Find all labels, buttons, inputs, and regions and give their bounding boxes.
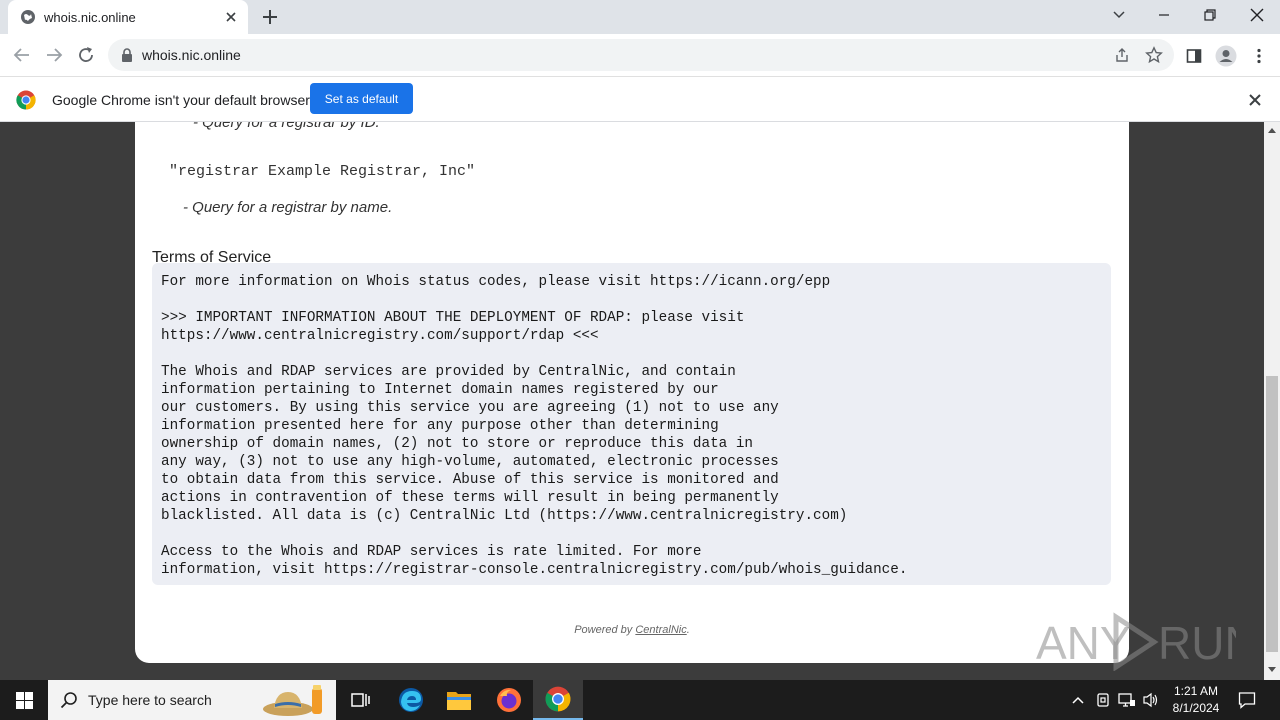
tab-close-icon[interactable] xyxy=(222,8,240,26)
windows-taskbar: Type here to search 1:21 AM 8/1/2024 xyxy=(0,680,1280,720)
example-query-description: - Query for a registrar by name. xyxy=(183,199,393,216)
restore-button[interactable] xyxy=(1187,0,1233,30)
set-as-default-button[interactable]: Set as default xyxy=(310,83,413,114)
terms-line: https://www.centralnicregistry.com/suppo… xyxy=(161,328,599,344)
chevron-up-icon xyxy=(1072,696,1084,704)
back-button[interactable] xyxy=(10,43,34,67)
reload-button[interactable] xyxy=(74,43,98,67)
minimize-icon xyxy=(1159,14,1169,16)
terms-line: information presented here for any purpo… xyxy=(161,418,719,434)
terms-line: >>> IMPORTANT INFORMATION ABOUT THE DEPL… xyxy=(161,310,745,326)
chevron-down-icon xyxy=(1113,11,1125,19)
terms-line: information pertaining to Internet domai… xyxy=(161,382,719,398)
watermark-right-text: RUN xyxy=(1158,617,1236,669)
terms-of-service-box: For more information on Whois status cod… xyxy=(152,263,1111,585)
arrow-right-icon xyxy=(47,48,63,62)
windows-logo-icon xyxy=(15,691,33,709)
star-icon xyxy=(1145,46,1163,64)
scroll-down-icon[interactable] xyxy=(1268,666,1276,674)
folder-icon xyxy=(447,692,471,710)
edge-taskbar-button[interactable] xyxy=(386,680,436,720)
task-view-button[interactable] xyxy=(336,680,386,720)
browser-tab[interactable]: whois.nic.online xyxy=(8,0,248,34)
terms-line: blacklisted. All data is (c) CentralNic … xyxy=(161,508,848,524)
url-text[interactable]: whois.nic.online xyxy=(142,47,241,63)
notification-icon xyxy=(1238,692,1256,709)
network-icon xyxy=(1118,693,1135,707)
chrome-logo-icon xyxy=(16,90,36,110)
arrow-left-icon xyxy=(13,48,29,62)
taskbar-clock[interactable]: 1:21 AM 8/1/2024 xyxy=(1166,683,1226,717)
more-vertical-icon xyxy=(1257,48,1261,64)
terms-line: actions in contravention of these terms … xyxy=(161,490,779,506)
tray-device-button[interactable] xyxy=(1093,690,1113,710)
terms-line: our customers. By using this service you… xyxy=(161,400,779,416)
file-explorer-taskbar-button[interactable] xyxy=(434,680,484,720)
new-tab-icon[interactable] xyxy=(258,6,282,28)
terms-line: to obtain data from this service. Abuse … xyxy=(161,472,779,488)
avatar-icon xyxy=(1215,45,1237,67)
globe-icon xyxy=(21,10,35,24)
infobar-message: Google Chrome isn't your default browser xyxy=(52,92,310,108)
clock-time: 1:21 AM xyxy=(1173,684,1219,698)
start-button[interactable] xyxy=(0,680,48,720)
terms-line: The Whois and RDAP services are provided… xyxy=(161,364,736,380)
terms-line: any way, (3) not to use any high-volume,… xyxy=(161,454,779,470)
terms-line: information, visit https://registrar-con… xyxy=(161,562,908,578)
device-icon xyxy=(1097,693,1109,707)
clock-date: 8/1/2024 xyxy=(1172,701,1220,715)
infobar-close-icon[interactable] xyxy=(1246,91,1264,109)
close-window-button[interactable] xyxy=(1234,0,1280,30)
notifications-button[interactable] xyxy=(1237,690,1257,710)
forward-button[interactable] xyxy=(42,43,66,67)
centralnic-link[interactable]: CentralNic xyxy=(635,624,686,636)
volume-icon xyxy=(1143,692,1158,708)
scroll-thumb[interactable] xyxy=(1266,376,1278,652)
terms-line: ownership of domain names, (2) not to st… xyxy=(161,436,753,452)
chrome-taskbar-button[interactable] xyxy=(533,680,583,720)
share-icon xyxy=(1116,48,1128,62)
title-bar: whois.nic.online xyxy=(0,0,1280,34)
restore-icon xyxy=(1204,9,1216,21)
firefox-taskbar-button[interactable] xyxy=(484,680,534,720)
address-bar[interactable]: whois.nic.online xyxy=(108,39,1174,71)
terms-line: For more information on Whois status cod… xyxy=(161,274,831,290)
example-query: "registrar Example Registrar, Inc" xyxy=(169,163,476,180)
tab-search-button[interactable] xyxy=(1096,0,1142,30)
close-icon xyxy=(1250,8,1264,22)
terms-line: Access to the Whois and RDAP services is… xyxy=(161,544,702,560)
profile-button[interactable] xyxy=(1215,45,1237,67)
task-view-icon xyxy=(351,693,370,707)
anyrun-watermark: ANY RUN xyxy=(1036,612,1236,671)
edge-icon xyxy=(399,688,423,712)
firefox-icon xyxy=(497,688,521,712)
powered-by-prefix: Powered by xyxy=(574,624,636,636)
lock-icon[interactable] xyxy=(120,47,134,63)
powered-by-suffix: . xyxy=(686,624,690,636)
taskbar-search-box[interactable]: Type here to search xyxy=(48,680,336,720)
page-scrollbar[interactable] xyxy=(1264,122,1280,680)
browser-toolbar: whois.nic.online xyxy=(0,34,1280,76)
powered-by-footer: Powered by CentralNic. xyxy=(135,624,1129,636)
minimize-button[interactable] xyxy=(1141,0,1187,30)
scroll-up-icon[interactable] xyxy=(1268,126,1276,134)
side-panel-icon xyxy=(1186,49,1202,63)
bookmark-button[interactable] xyxy=(1144,45,1164,65)
side-panel-button[interactable] xyxy=(1183,45,1205,67)
menu-button[interactable] xyxy=(1248,45,1270,67)
summer-hat-icon xyxy=(263,685,322,716)
default-browser-infobar: Google Chrome isn't your default browser… xyxy=(0,76,1280,122)
share-button[interactable] xyxy=(1112,45,1132,65)
network-button[interactable] xyxy=(1117,690,1137,710)
chrome-icon xyxy=(545,686,571,712)
reload-icon xyxy=(79,47,93,62)
page-viewport: - Query for a registrar by ID. "registra… xyxy=(0,122,1264,680)
show-hidden-icons-button[interactable] xyxy=(1068,690,1088,710)
tab-title: whois.nic.online xyxy=(44,10,136,25)
registrar-id-description: - Query for a registrar by ID. xyxy=(193,122,380,131)
volume-button[interactable] xyxy=(1141,690,1161,710)
search-icon xyxy=(60,692,77,709)
search-placeholder[interactable]: Type here to search xyxy=(88,692,212,708)
content-card: - Query for a registrar by ID. "registra… xyxy=(135,122,1129,663)
